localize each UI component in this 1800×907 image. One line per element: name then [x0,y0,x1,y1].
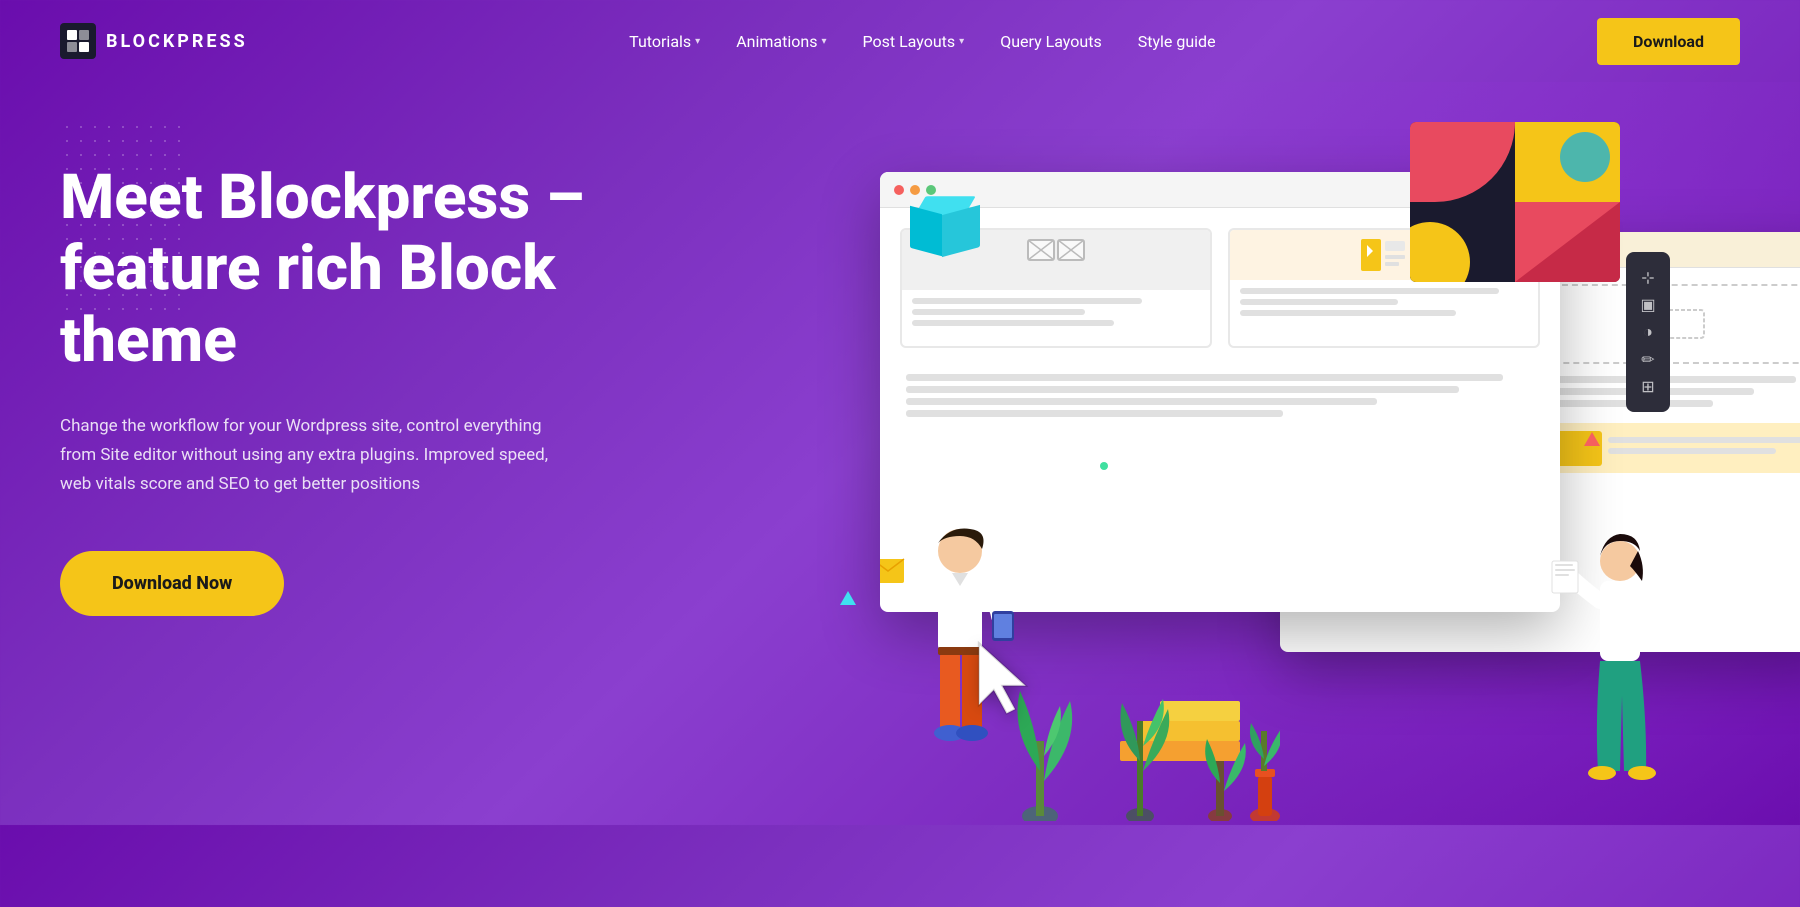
nav-link-query-layouts[interactable]: Query Layouts [1000,32,1102,51]
abstract-quadrant-3 [1410,202,1515,282]
chevron-down-icon: ▾ [821,36,826,47]
nav-link-post-layouts[interactable]: Post Layouts ▾ [862,32,964,51]
text-line [1608,437,1800,443]
nav-link-tutorials[interactable]: Tutorials ▾ [629,32,700,51]
logo-icon [60,23,96,59]
text-line [1240,288,1499,294]
cursor-arrow [970,641,1040,725]
nav-link-style-guide[interactable]: Style guide [1138,32,1216,51]
chevron-down-icon: ▾ [959,36,964,47]
text-line [1546,376,1797,383]
hero-section: Meet Blockpress – feature rich Block the… [0,82,1800,825]
toolbar-move-icon: ⊹ [1641,268,1654,287]
text-line [1240,310,1456,316]
abstract-card [1410,122,1620,282]
nav-links: Tutorials ▾ Animations ▾ Post Layouts ▾ … [629,32,1215,51]
abstract-quadrant-2 [1515,122,1620,202]
text-line [912,320,1114,326]
editor-toolbar: ⊹ ▣ ◑ ✏ ⊞ [1626,252,1670,412]
nav-download-button[interactable]: Download [1597,18,1740,65]
text-line [906,374,1503,381]
toolbar-contrast-icon: ◑ [1643,322,1653,342]
cube-right-face [942,205,980,257]
logo-text: BLOCKPRESS [106,31,248,52]
nav-link-animations[interactable]: Animations ▾ [736,32,826,51]
deco-triangle-left [840,591,856,605]
hero-subtitle: Change the workflow for your Wordpress s… [60,412,550,499]
cube-left-face [910,206,942,257]
abstract-quadrant-4 [1515,202,1620,282]
browser-card-lines-1 [902,290,1210,339]
text-line [912,298,1142,304]
text-line [1240,299,1398,305]
plant-group [1000,621,1280,825]
toolbar-pen-icon: ✏ [1641,350,1654,369]
toolbar-grid-icon: ⊞ [1641,377,1654,396]
person-right [1550,531,1690,795]
floating-cube [910,192,980,262]
deco-triangle-right [1584,432,1600,446]
text-line [906,410,1283,417]
dashed-placeholder [1546,284,1800,364]
text-line [912,309,1085,315]
image-block-2 [1546,423,1800,473]
browser-dot-red [894,185,904,195]
toolbar-frame-icon: ▣ [1640,295,1655,314]
hero-text-block: Meet Blockpress – feature rich Block the… [60,142,620,616]
text-line [906,386,1459,393]
hero-illustration: ⊹ ▣ ◑ ✏ ⊞ [700,82,1800,825]
browser-text-bottom [900,364,1540,432]
text-line [906,398,1377,405]
text-line [1608,448,1776,454]
nav-item-post-layouts: Post Layouts ▾ [862,32,964,51]
nav-item-query-layouts: Query Layouts [1000,32,1102,51]
navbar: BLOCKPRESS Tutorials ▾ Animations ▾ Post… [0,0,1800,82]
abstract-quadrant-1 [1410,122,1515,202]
browser-card-lines-2 [1230,280,1538,329]
logo-link[interactable]: BLOCKPRESS [60,23,248,59]
download-now-button[interactable]: Download Now [60,551,284,616]
nav-item-animations: Animations ▾ [736,32,826,51]
hero-title: Meet Blockpress – feature rich Block the… [60,162,620,376]
deco-dot-green [1100,462,1108,470]
chevron-down-icon: ▾ [695,36,700,47]
nav-item-tutorials: Tutorials ▾ [629,32,700,51]
nav-item-style-guide: Style guide [1138,32,1216,51]
